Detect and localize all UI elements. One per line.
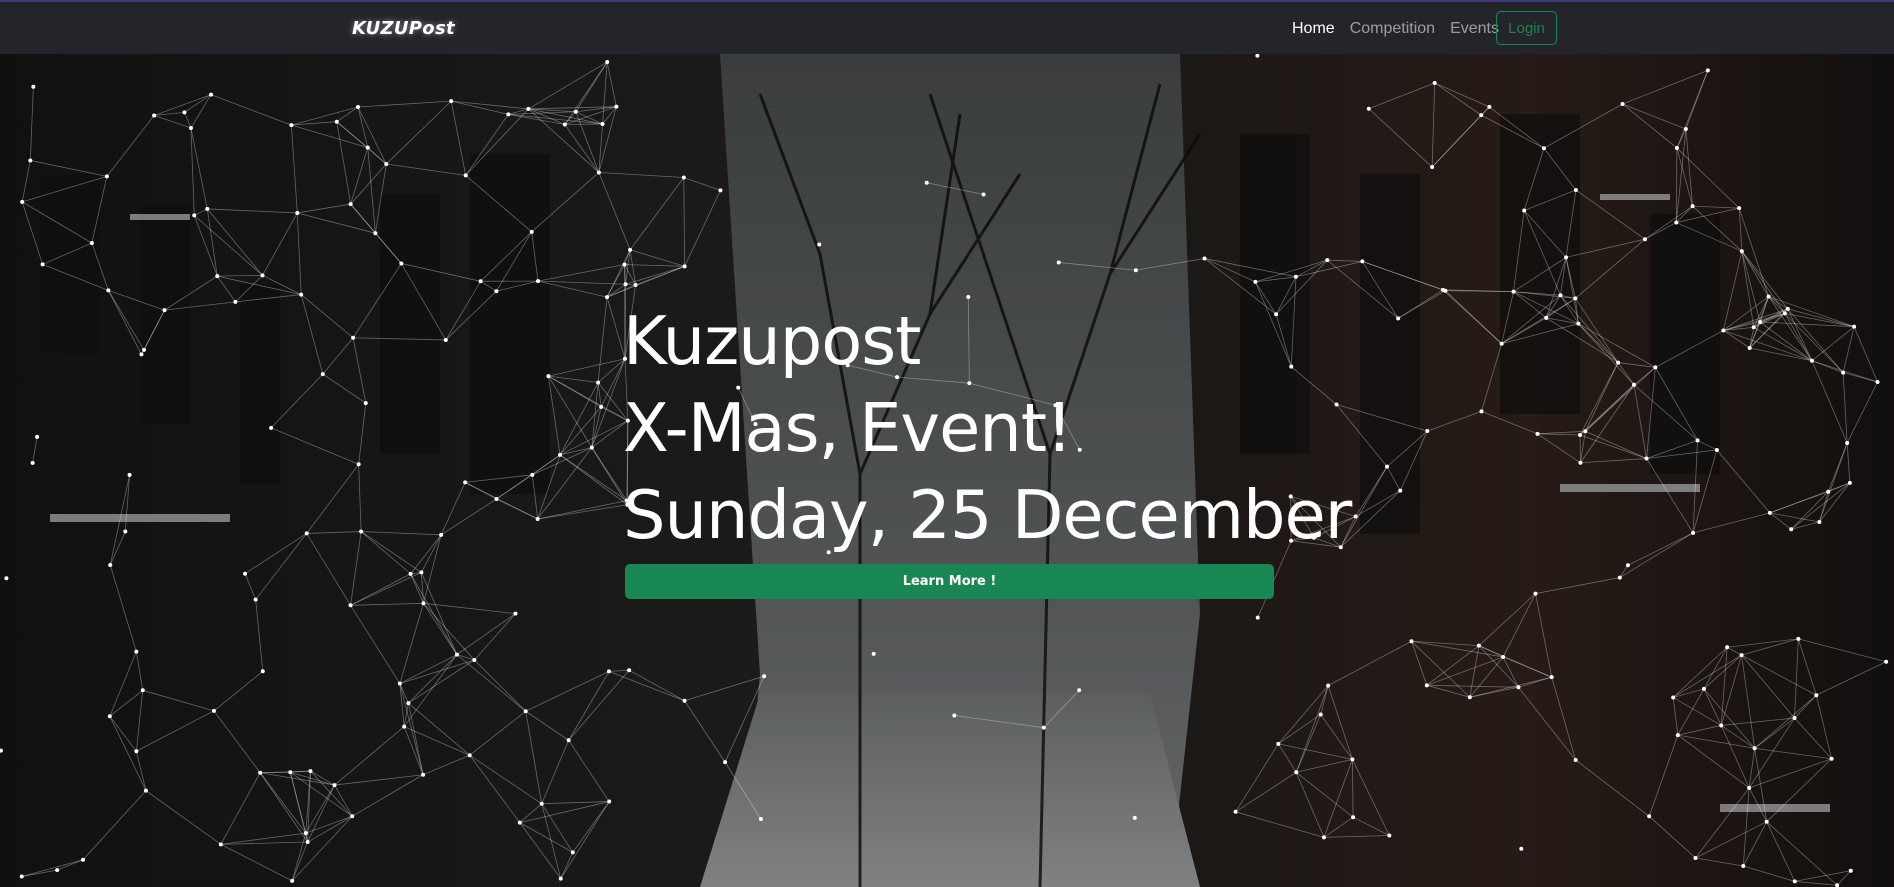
brand-logo[interactable]: KUZUPost — [352, 18, 455, 39]
hero-title: Kuzupost — [623, 302, 921, 380]
navbar: KUZUPost Home Competition Events Login — [0, 0, 1894, 54]
nav-link-competition[interactable]: Competition — [1350, 20, 1435, 38]
hero-subtitle: X-Mas, Event! — [623, 389, 1073, 467]
hero-section: Kuzupost X-Mas, Event! Sunday, 25 Decemb… — [0, 54, 1894, 887]
learn-more-button[interactable]: Learn More ! — [625, 564, 1274, 599]
hero-date: Sunday, 25 December — [623, 476, 1352, 554]
login-button[interactable]: Login — [1496, 11, 1557, 45]
nav-link-home[interactable]: Home — [1292, 20, 1335, 38]
nav-links: Home Competition Events — [1292, 20, 1514, 38]
nav-link-events[interactable]: Events — [1450, 20, 1499, 38]
hero-heading: Kuzupost X-Mas, Event! Sunday, 25 Decemb… — [623, 298, 1352, 559]
